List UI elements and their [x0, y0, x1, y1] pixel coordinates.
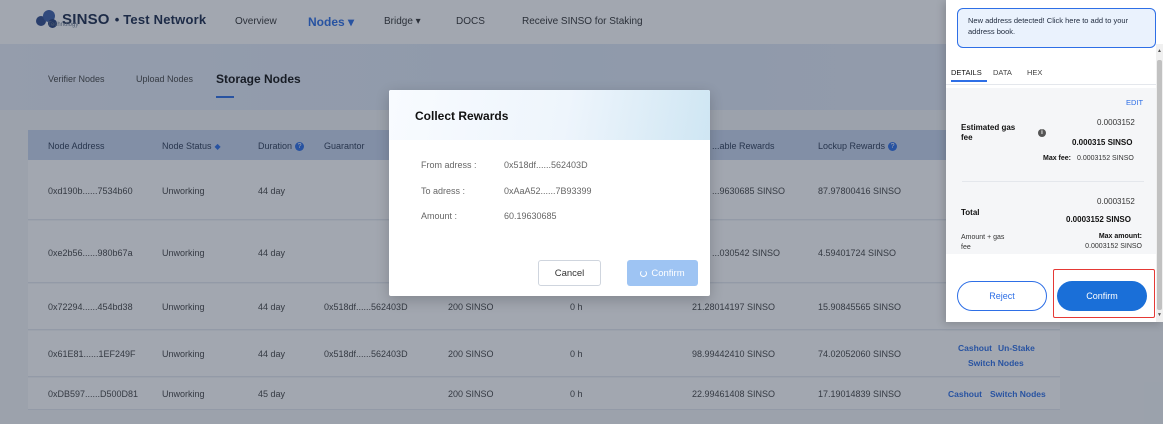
collect-rewards-dialog: Collect Rewards From adress : 0x518df...… [389, 90, 710, 296]
max-fee-label: Max fee: [1043, 155, 1072, 162]
active-tab-indicator [951, 80, 987, 82]
max-amount-label: Max amount: [1098, 233, 1142, 240]
estimated-gas-label: Estimated gas fee [961, 123, 1016, 142]
amount-gas-label: Amount + gas fee [961, 234, 1005, 251]
details-divider [962, 181, 1144, 182]
tab-divider [946, 84, 1156, 85]
gas-fee-sinso: 0.000315 SINSO [1072, 138, 1133, 147]
confirm-button-loading[interactable]: Confirm [627, 260, 698, 286]
reject-button[interactable]: Reject [957, 281, 1047, 311]
info-icon[interactable]: i [1038, 129, 1046, 137]
from-address-label: From adress : [421, 160, 477, 170]
scrollbar-thumb[interactable] [1157, 60, 1162, 310]
tab-data[interactable]: DATA [993, 68, 1012, 77]
highlight-annotation [1053, 269, 1155, 318]
tab-hex[interactable]: HEX [1027, 68, 1042, 77]
new-address-notice[interactable]: New address detected! Click here to add … [957, 8, 1156, 48]
amount-label: Amount : [421, 211, 458, 221]
gas-fee-value: 0.0003152 [1097, 118, 1135, 127]
total-sinso: 0.0003152 SINSO [1066, 215, 1131, 224]
to-address-label: To adress : [421, 186, 466, 196]
fee-details-panel [946, 88, 1156, 254]
max-fee-value: 0.0003152 SINSO [1077, 155, 1134, 162]
to-address-value: 0xAaA52......7B93399 [504, 186, 592, 196]
scroll-down-icon[interactable]: ▼ [1157, 312, 1162, 318]
dialog-title: Collect Rewards [415, 109, 509, 123]
edit-gas-link[interactable]: EDIT [1126, 98, 1143, 107]
total-value: 0.0003152 [1097, 197, 1135, 206]
cancel-button[interactable]: Cancel [538, 260, 601, 286]
total-label: Total [961, 208, 980, 217]
loading-spinner-icon [640, 269, 648, 277]
scroll-up-icon[interactable]: ▲ [1157, 48, 1162, 54]
from-address-value: 0x518df......562403D [504, 160, 588, 170]
max-amount-value: 0.0003152 SINSO [1085, 243, 1142, 250]
amount-value: 60.19630685 [504, 211, 557, 221]
confirm-button-label: Confirm [651, 267, 685, 279]
tab-details[interactable]: DETAILS [951, 68, 982, 77]
